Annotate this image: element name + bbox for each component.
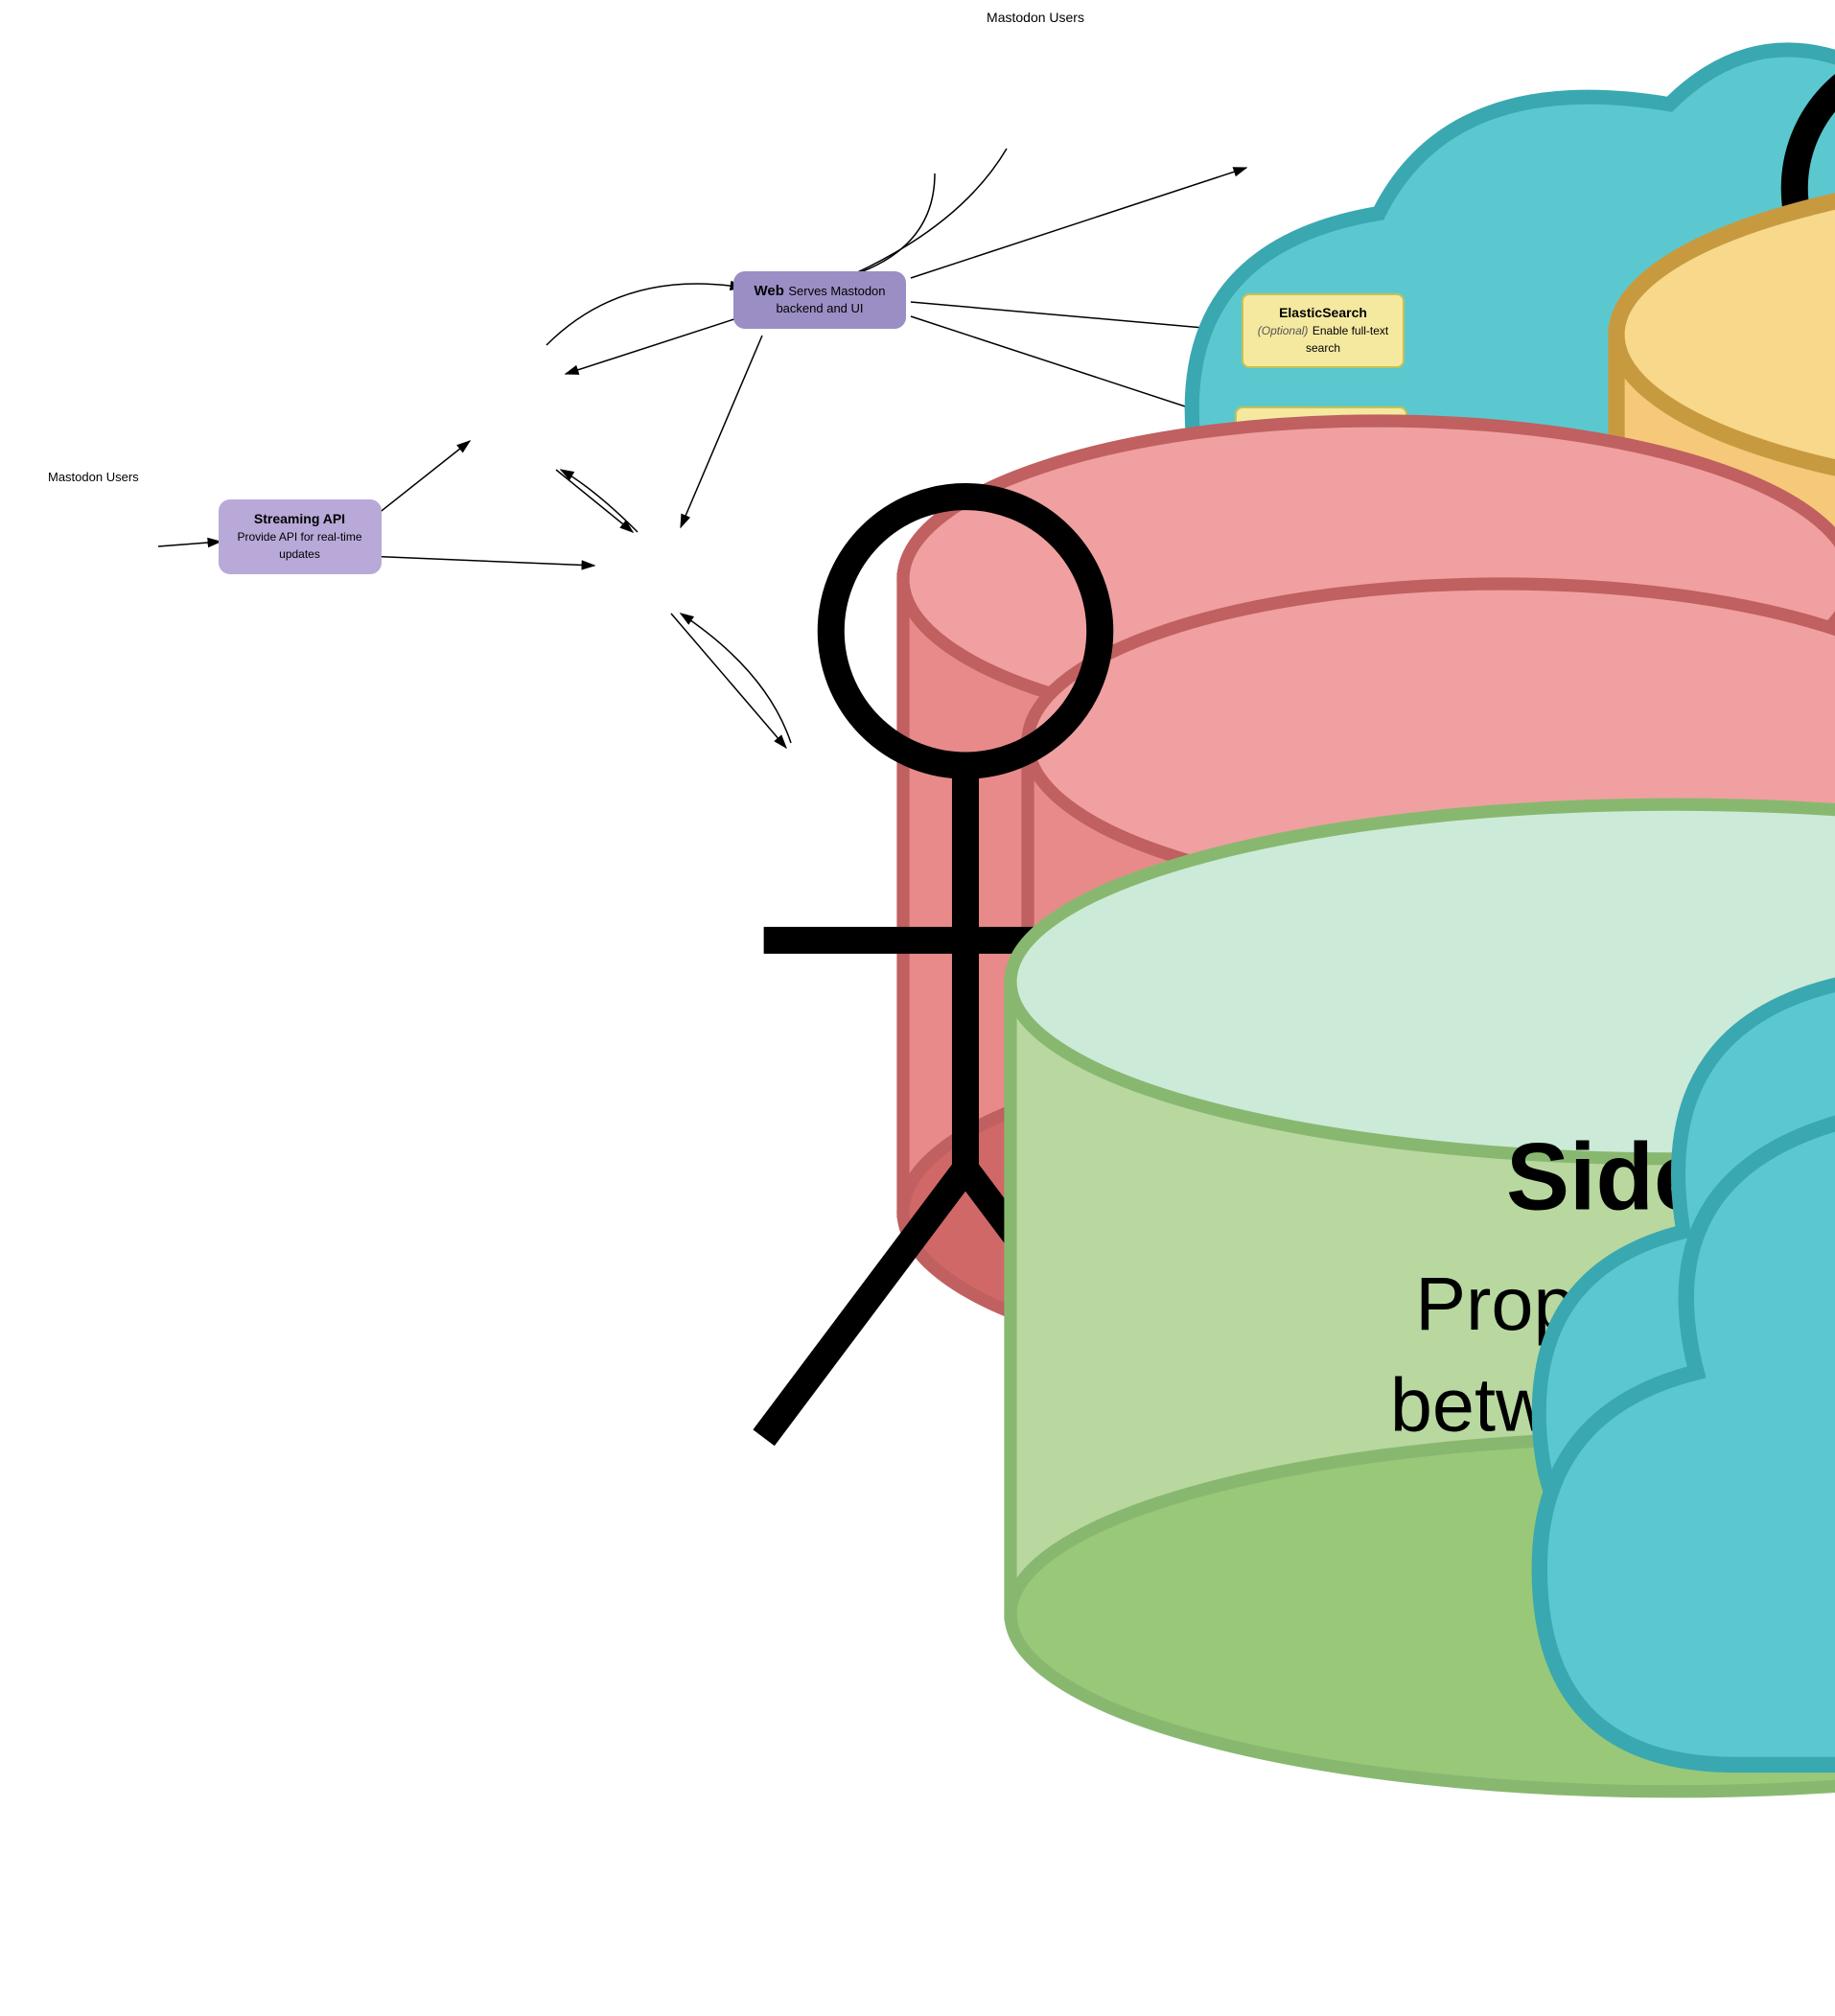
web-title: Web	[754, 283, 783, 299]
mastodon-users-left: Mastodon Users	[48, 470, 139, 489]
web-desc: Serves Mastodon backend and UI	[776, 284, 885, 315]
elastic-title: ElasticSearch	[1279, 305, 1367, 320]
other-mastodon-br1: Other Mastodon servers	[1333, 799, 1550, 941]
diagram-container: Other Mastodon servers Mastodon Users We…	[0, 0, 1835, 1076]
other-mastodon-top: Other Mastodon servers	[828, 32, 1040, 174]
mastodon-users-top-label: Mastodon Users	[959, 10, 1112, 25]
other-mastodon-br2: Other Mastodon servers	[1376, 940, 1589, 1072]
